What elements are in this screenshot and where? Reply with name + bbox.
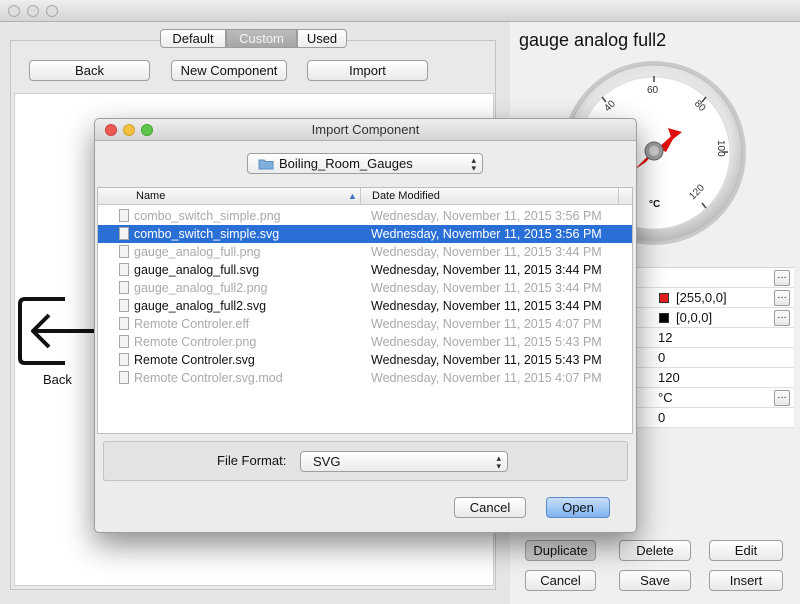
column-divider xyxy=(618,188,619,204)
dialog-title: Import Component xyxy=(311,122,420,137)
file-date-modified: Wednesday, November 11, 2015 3:56 PM xyxy=(371,227,602,241)
dialog-titlebar: Import Component xyxy=(95,119,636,141)
file-icon xyxy=(119,371,129,384)
file-name: gauge_analog_full.png xyxy=(134,245,261,259)
property-row[interactable]: 0 xyxy=(632,348,794,368)
file-row[interactable]: gauge_analog_full2.png Wednesday, Novembe… xyxy=(98,279,632,297)
back-button[interactable]: Back xyxy=(29,60,150,81)
file-list-header: Name ▲ Date Modified xyxy=(98,188,632,205)
file-date-modified: Wednesday, November 11, 2015 5:43 PM xyxy=(371,353,602,367)
edit-button[interactable]: Edit xyxy=(709,540,783,561)
tab-custom[interactable]: Custom xyxy=(226,29,297,48)
file-icon xyxy=(119,299,129,312)
file-icon xyxy=(119,317,129,330)
property-row[interactable]: 120 xyxy=(632,368,794,388)
file-name: Remote Controler.png xyxy=(134,335,257,349)
gauge-unit: °C xyxy=(649,199,660,210)
file-row[interactable]: Remote Controler.png Wednesday, November … xyxy=(98,333,632,351)
file-date-modified: Wednesday, November 11, 2015 3:56 PM xyxy=(371,209,602,223)
import-button[interactable]: Import xyxy=(307,60,428,81)
import-component-dialog: Import Component Boiling_Room_Gauges ▴ ▾ … xyxy=(94,118,637,533)
chevron-updown-icon: ▴ ▾ xyxy=(496,453,501,471)
property-row[interactable]: [255,0,0] … xyxy=(632,288,794,308)
main-window-titlebar xyxy=(0,0,800,22)
edit-property-button[interactable]: … xyxy=(774,310,790,326)
edit-property-button[interactable]: … xyxy=(774,290,790,306)
file-icon xyxy=(119,353,129,366)
file-date-modified: Wednesday, November 11, 2015 5:43 PM xyxy=(371,335,602,349)
window-zoom-button[interactable] xyxy=(46,5,58,17)
insert-button[interactable]: Insert xyxy=(709,570,783,591)
properties-table: … [255,0,0] … [0,0,0] … 12 0 120 °C … 0 xyxy=(632,267,794,428)
file-date-modified: Wednesday, November 11, 2015 4:07 PM xyxy=(371,371,602,385)
gauge-tick-60: 60 xyxy=(647,85,659,96)
file-name: Remote Controler.eff xyxy=(134,317,250,331)
file-format-box: File Format: SVG ▴ ▾ xyxy=(103,441,628,481)
edit-property-button[interactable]: … xyxy=(774,270,790,286)
property-row[interactable]: 0 xyxy=(632,408,794,428)
back-tile-label: Back xyxy=(43,372,72,387)
file-name: gauge_analog_full2.png xyxy=(134,281,268,295)
file-row[interactable]: Remote Controler.svg Wednesday, November … xyxy=(98,351,632,369)
back-tile[interactable]: Back xyxy=(17,295,97,390)
folder-selector[interactable]: Boiling_Room_Gauges ▴ ▾ xyxy=(247,153,483,174)
property-row[interactable]: … xyxy=(632,268,794,288)
file-icon xyxy=(119,335,129,348)
file-date-modified: Wednesday, November 11, 2015 3:44 PM xyxy=(371,263,602,277)
color-swatch xyxy=(659,313,669,323)
tab-used[interactable]: Used xyxy=(297,29,347,48)
property-row[interactable]: °C … xyxy=(632,388,794,408)
file-row[interactable]: gauge_analog_full.png Wednesday, November… xyxy=(98,243,632,261)
column-divider xyxy=(360,188,361,204)
dialog-open-button[interactable]: Open xyxy=(546,497,610,518)
file-list: Name ▲ Date Modified combo_switch_simple… xyxy=(97,187,633,434)
file-format-label: File Format: xyxy=(217,453,287,468)
file-date-modified: Wednesday, November 11, 2015 3:44 PM xyxy=(371,281,602,295)
file-icon xyxy=(119,227,129,240)
folder-icon xyxy=(258,159,274,170)
file-date-modified: Wednesday, November 11, 2015 4:07 PM xyxy=(371,317,602,331)
delete-button[interactable]: Delete xyxy=(619,540,691,561)
file-name: gauge_analog_full.svg xyxy=(134,263,260,277)
back-arrow-icon xyxy=(18,297,95,365)
file-icon xyxy=(119,263,129,276)
window-minimize-button[interactable] xyxy=(27,5,39,17)
file-name: gauge_analog_full2.svg xyxy=(134,299,267,313)
color-swatch xyxy=(659,293,669,303)
file-row[interactable]: gauge_analog_full2.svg Wednesday, Novembe… xyxy=(98,297,632,315)
dialog-cancel-button[interactable]: Cancel xyxy=(454,497,526,518)
sort-ascending-icon: ▲ xyxy=(348,191,357,201)
file-date-modified: Wednesday, November 11, 2015 3:44 PM xyxy=(371,299,602,313)
duplicate-button[interactable]: Duplicate xyxy=(525,540,596,561)
file-format-select[interactable]: SVG ▴ ▾ xyxy=(300,451,508,472)
file-name: Remote Controler.svg xyxy=(134,353,255,367)
folder-name: Boiling_Room_Gauges xyxy=(279,156,413,171)
file-row[interactable]: Remote Controler.eff Wednesday, November … xyxy=(98,315,632,333)
property-row[interactable]: [0,0,0] … xyxy=(632,308,794,328)
file-row[interactable]: combo_switch_simple.svg Wednesday, Novemb… xyxy=(98,225,632,243)
file-name: combo_switch_simple.png xyxy=(134,209,281,223)
column-header-name[interactable]: Name xyxy=(136,188,165,204)
file-name: combo_switch_simple.svg xyxy=(134,227,280,241)
file-row[interactable]: combo_switch_simple.png Wednesday, Novemb… xyxy=(98,207,632,225)
edit-property-button[interactable]: … xyxy=(774,390,790,406)
file-icon xyxy=(119,245,129,258)
file-icon xyxy=(119,281,129,294)
new-component-button[interactable]: New Component xyxy=(171,60,287,81)
file-date-modified: Wednesday, November 11, 2015 3:44 PM xyxy=(371,245,602,259)
file-icon xyxy=(119,209,129,222)
file-name: Remote Controler.svg.mod xyxy=(134,371,283,385)
cancel-button[interactable]: Cancel xyxy=(525,570,596,591)
chevron-updown-icon: ▴ ▾ xyxy=(471,155,476,173)
component-title: gauge analog full2 xyxy=(519,30,667,50)
column-header-date[interactable]: Date Modified xyxy=(372,188,440,204)
property-row[interactable]: 12 xyxy=(632,328,794,348)
window-close-button[interactable] xyxy=(8,5,20,17)
gauge-tick-100: 100 xyxy=(715,140,726,157)
tab-default[interactable]: Default xyxy=(160,29,226,48)
save-button[interactable]: Save xyxy=(619,570,691,591)
file-row[interactable]: gauge_analog_full.svg Wednesday, November… xyxy=(98,261,632,279)
file-row[interactable]: Remote Controler.svg.mod Wednesday, Novem… xyxy=(98,369,632,387)
